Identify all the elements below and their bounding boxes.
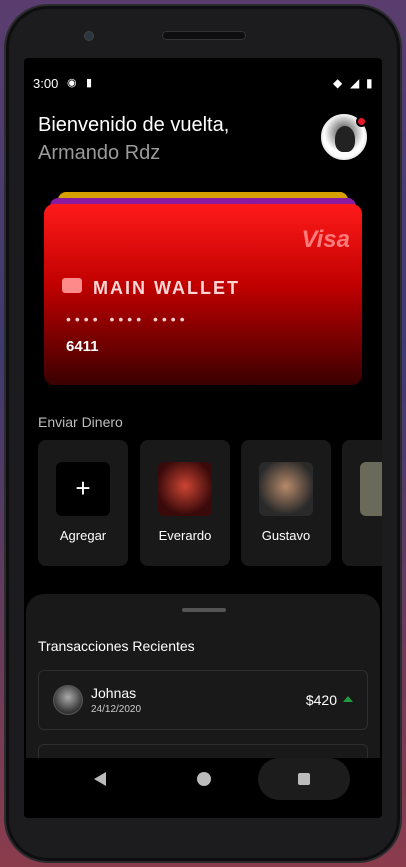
card-brand: Visa <box>301 226 350 253</box>
card-last4: 6411 <box>66 338 99 355</box>
wallet-icon <box>62 278 82 293</box>
send-tile-label: Everardo <box>158 528 212 543</box>
transaction-avatar <box>53 685 83 715</box>
send-tile-everardo[interactable]: Everardo <box>140 440 230 566</box>
avatar-face <box>335 126 355 152</box>
contact-photo <box>158 462 212 516</box>
transaction-row[interactable]: Johnas 24/12/2020 $420 <box>38 670 368 730</box>
send-money-title: Enviar Dinero <box>38 414 123 430</box>
send-tile-gustavo[interactable]: Gustavo <box>241 440 331 566</box>
home-icon[interactable] <box>197 772 211 786</box>
wallet-label: MAIN WALLET <box>93 278 240 298</box>
notification-dot <box>356 116 367 127</box>
contact-photo <box>360 462 382 516</box>
earpiece-speaker <box>162 31 246 40</box>
plus-icon: + <box>56 462 110 516</box>
status-time: 3:00 <box>33 76 59 91</box>
contact-photo <box>259 462 313 516</box>
recents-icon[interactable] <box>298 773 310 785</box>
transaction-name: Johnas <box>91 685 137 701</box>
send-tile-label: Gustavo <box>261 528 311 543</box>
wifi-icon: ◆ <box>333 76 343 90</box>
greeting-text: Bienvenido de vuelta, <box>38 114 230 136</box>
app-screen: 3:00 ◉ ▮ ◆ ◢ ▮ Bienvenido de vuelta, Arm… <box>24 58 382 818</box>
transactions-title: Transacciones Recientes <box>38 638 195 654</box>
transaction-date: 24/12/2020 <box>91 704 142 715</box>
signal-icon: ◢ <box>350 76 360 90</box>
sim-icon: ▮ <box>86 77 93 89</box>
profile-avatar[interactable] <box>321 114 367 160</box>
status-bar: 3:00 ◉ ▮ ◆ ◢ ▮ <box>24 58 382 106</box>
send-tile-partial[interactable] <box>342 440 382 566</box>
main-wallet-card[interactable]: Visa MAIN WALLET •••• •••• •••• 6411 <box>44 204 362 385</box>
user-name: Armando Rdz <box>38 142 161 164</box>
transaction-amount: $420 <box>305 692 337 708</box>
back-icon[interactable] <box>94 772 106 786</box>
battery-icon: ▮ <box>366 76 373 90</box>
sheet-drag-handle[interactable] <box>182 608 226 612</box>
system-navigation-bar <box>24 758 382 818</box>
arrow-up-icon <box>343 696 353 702</box>
notification-icon: ◉ <box>67 77 77 89</box>
send-tile-add[interactable]: + Agregar <box>38 440 128 566</box>
card-masked-number: •••• •••• •••• <box>66 311 189 327</box>
front-camera <box>84 31 94 41</box>
send-tile-label: Agregar <box>59 528 107 543</box>
